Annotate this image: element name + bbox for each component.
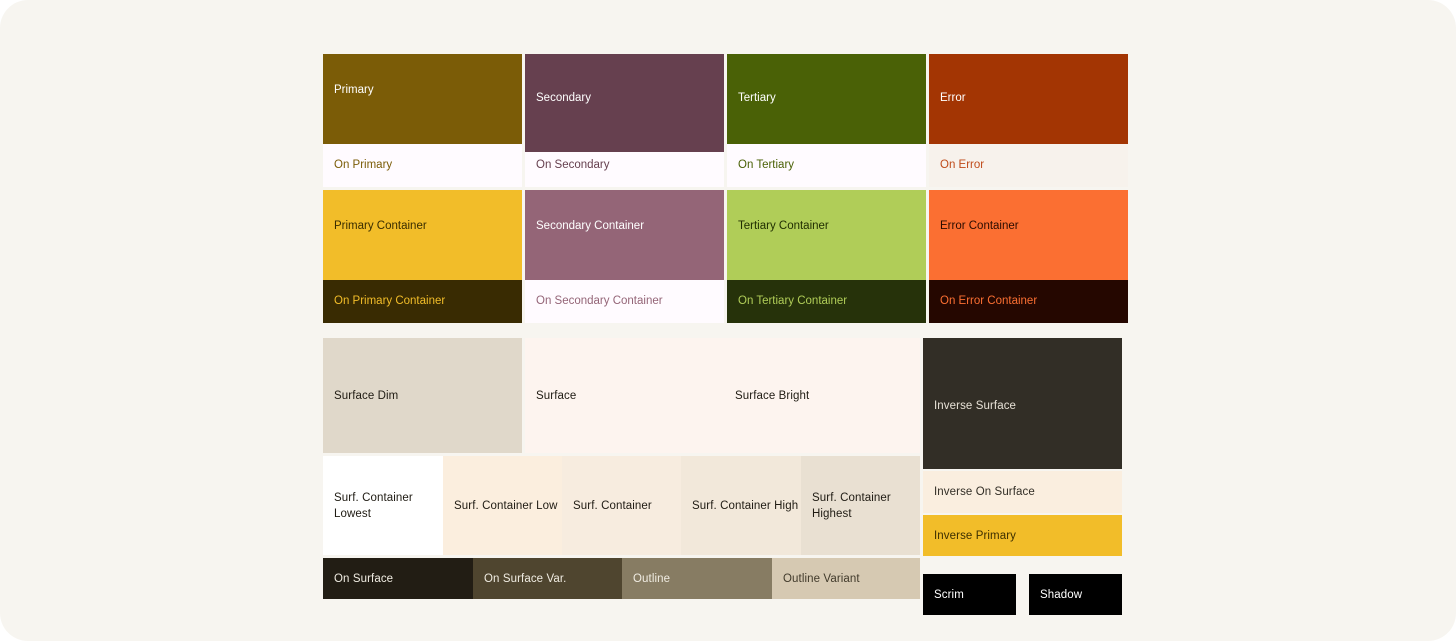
on-surface-row: On Surface On Surface Var. Outline Outli… — [323, 558, 920, 599]
swatch-surface-bright-label: Surface Bright — [735, 388, 809, 404]
swatch-on-tertiary-label: On Tertiary — [738, 158, 794, 173]
swatch-shadow[interactable]: Shadow — [1029, 574, 1122, 615]
surface-row: Surface Dim Surface Surface Bright — [323, 338, 920, 453]
swatch-error-container[interactable]: Error Container — [929, 190, 1128, 280]
color-palette: Primary On Primary Primary Container On … — [323, 54, 1133, 615]
color-column-error: Error On Error Error Container On Error … — [929, 54, 1128, 323]
swatch-surface-container-highest-label: Surf. Container Highest — [812, 490, 891, 522]
swatch-on-error-label: On Error — [940, 158, 984, 173]
swatch-on-error[interactable]: On Error — [929, 144, 1128, 187]
swatch-surface-bright[interactable]: Surface Bright — [724, 338, 920, 453]
swatch-surface-container-high[interactable]: Surf. Container High — [681, 456, 801, 555]
surfaces-left-group: Surface Dim Surface Surface Bright Surf.… — [323, 338, 920, 615]
color-column-secondary: Secondary On Secondary Secondary Contain… — [525, 54, 724, 323]
swatch-outline-variant[interactable]: Outline Variant — [772, 558, 920, 599]
swatch-surface[interactable]: Surface — [525, 338, 724, 453]
swatch-outline-variant-label: Outline Variant — [783, 571, 860, 587]
color-column-primary: Primary On Primary Primary Container On … — [323, 54, 522, 323]
swatch-primary-label: Primary — [334, 83, 374, 98]
swatch-on-tertiary-container[interactable]: On Tertiary Container — [727, 280, 926, 323]
swatch-on-surface-label: On Surface — [334, 571, 393, 587]
swatch-inverse-primary-label: Inverse Primary — [934, 528, 1016, 544]
swatch-secondary-container[interactable]: Secondary Container — [525, 190, 724, 280]
swatch-inverse-primary[interactable]: Inverse Primary — [923, 515, 1122, 556]
swatch-on-secondary[interactable]: On Secondary — [525, 152, 724, 187]
swatch-surface-dim-label: Surface Dim — [334, 388, 398, 404]
swatch-inverse-on-surface[interactable]: Inverse On Surface — [923, 471, 1122, 513]
swatch-on-secondary-container[interactable]: On Secondary Container — [525, 280, 724, 323]
swatch-on-surface-variant[interactable]: On Surface Var. — [473, 558, 622, 599]
swatch-surface-dim[interactable]: Surface Dim — [323, 338, 522, 453]
swatch-tertiary[interactable]: Tertiary — [727, 54, 926, 144]
swatch-outline[interactable]: Outline — [622, 558, 772, 599]
swatch-secondary[interactable]: Secondary — [525, 54, 724, 152]
swatch-secondary-label: Secondary — [536, 91, 591, 106]
swatch-outline-label: Outline — [633, 571, 670, 587]
swatch-primary[interactable]: Primary — [323, 54, 522, 144]
swatch-inverse-on-surface-label: Inverse On Surface — [934, 484, 1035, 500]
swatch-error-container-label: Error Container — [940, 219, 1019, 234]
swatch-on-surface[interactable]: On Surface — [323, 558, 473, 599]
swatch-error-label: Error — [940, 91, 966, 106]
swatch-primary-container[interactable]: Primary Container — [323, 190, 522, 280]
swatch-on-primary-container-label: On Primary Container — [334, 294, 445, 309]
swatch-on-error-container-label: On Error Container — [940, 294, 1037, 309]
swatch-tertiary-container[interactable]: Tertiary Container — [727, 190, 926, 280]
core-colors-grid: Primary On Primary Primary Container On … — [323, 54, 1133, 323]
swatch-on-error-container[interactable]: On Error Container — [929, 280, 1128, 323]
swatch-inverse-surface[interactable]: Inverse Surface — [923, 338, 1122, 469]
swatch-on-tertiary[interactable]: On Tertiary — [727, 144, 926, 187]
swatch-error[interactable]: Error — [929, 54, 1128, 144]
swatch-on-tertiary-container-label: On Tertiary Container — [738, 294, 847, 309]
swatch-surface-container-highest[interactable]: Surf. Container Highest — [801, 456, 920, 555]
swatch-tertiary-label: Tertiary — [738, 91, 776, 106]
swatch-on-primary-container[interactable]: On Primary Container — [323, 280, 522, 323]
surfaces-grid: Surface Dim Surface Surface Bright Surf.… — [323, 338, 1133, 615]
utility-row: Scrim Shadow — [923, 574, 1122, 615]
swatch-surface-container-low[interactable]: Surf. Container Low — [443, 456, 562, 555]
swatch-on-primary-label: On Primary — [334, 158, 392, 173]
swatch-surface-container[interactable]: Surf. Container — [562, 456, 681, 555]
swatch-scrim[interactable]: Scrim — [923, 574, 1016, 615]
swatch-secondary-container-label: Secondary Container — [536, 219, 644, 234]
swatch-shadow-label: Shadow — [1040, 587, 1082, 603]
swatch-surface-container-label: Surf. Container — [573, 498, 652, 514]
swatch-surface-label: Surface — [536, 388, 576, 404]
swatch-surface-container-high-label: Surf. Container High — [692, 498, 798, 514]
swatch-inverse-surface-label: Inverse Surface — [934, 398, 1016, 414]
swatch-scrim-label: Scrim — [934, 587, 964, 603]
swatch-surface-container-lowest[interactable]: Surf. Container Lowest — [323, 456, 443, 555]
swatch-primary-container-label: Primary Container — [334, 219, 427, 234]
swatch-surface-container-low-label: Surf. Container Low — [454, 498, 558, 514]
swatch-on-secondary-label: On Secondary — [536, 158, 610, 173]
swatch-on-secondary-container-label: On Secondary Container — [536, 294, 663, 309]
color-column-tertiary: Tertiary On Tertiary Tertiary Container … — [727, 54, 926, 323]
swatch-on-surface-variant-label: On Surface Var. — [484, 571, 566, 587]
swatch-tertiary-container-label: Tertiary Container — [738, 219, 829, 234]
swatch-on-primary[interactable]: On Primary — [323, 144, 522, 187]
inverse-and-utility-group: Inverse Surface Inverse On Surface Inver… — [923, 338, 1122, 615]
swatch-surface-container-lowest-label: Surf. Container Lowest — [334, 490, 413, 522]
color-scheme-canvas: Primary On Primary Primary Container On … — [0, 0, 1456, 641]
surface-container-row: Surf. Container Lowest Surf. Container L… — [323, 456, 920, 555]
